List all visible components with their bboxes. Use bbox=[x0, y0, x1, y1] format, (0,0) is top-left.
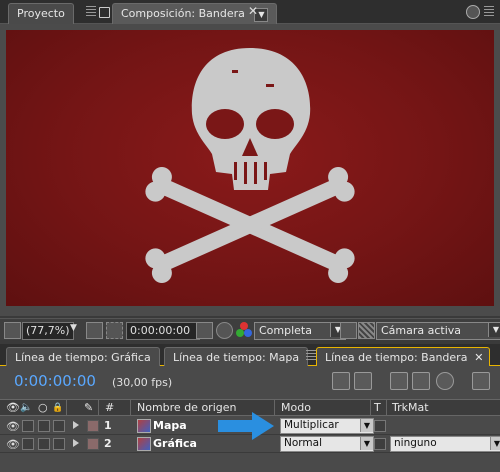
chevron-down-icon: ▼ bbox=[360, 419, 373, 432]
solo-toggle[interactable] bbox=[38, 420, 50, 432]
tab-timeline-bandera-label: Línea de tiempo: Bandera bbox=[325, 351, 468, 364]
panel-tab-bar: Proyecto Composición: Bandera ▼ ✕ bbox=[0, 0, 500, 24]
lock-icon[interactable] bbox=[99, 7, 110, 18]
safe-margins-icon[interactable] bbox=[86, 322, 103, 339]
preserve-transparency-header: T bbox=[374, 401, 381, 414]
track-matte-value: ninguno bbox=[394, 437, 437, 449]
solo-column-icon: ○ bbox=[38, 401, 48, 414]
camera-snapshot-icon[interactable] bbox=[196, 322, 213, 339]
layer-label-color[interactable] bbox=[87, 420, 99, 432]
composition-canvas[interactable] bbox=[6, 30, 494, 306]
layer-name[interactable]: Gráfica bbox=[153, 435, 197, 452]
blend-mode-value: Multiplicar bbox=[284, 419, 339, 431]
expand-triangle-icon[interactable] bbox=[73, 439, 79, 447]
visibility-eye-icon[interactable]: 👁 bbox=[6, 420, 20, 433]
chevron-down-icon: ▼ bbox=[490, 437, 500, 450]
region-of-interest-icon[interactable] bbox=[106, 322, 123, 339]
expand-triangle-icon[interactable] bbox=[73, 421, 79, 429]
tab-timeline-mapa[interactable]: Línea de tiempo: Mapa bbox=[164, 347, 309, 367]
resolution-select[interactable]: Completa ▼ bbox=[254, 322, 346, 340]
preserve-transparency-toggle[interactable] bbox=[374, 420, 386, 432]
chevron-down-icon: ▼ bbox=[488, 323, 500, 337]
current-time-value: 0:00:00:00 bbox=[130, 324, 191, 337]
graph-editor-icon[interactable] bbox=[472, 372, 490, 390]
highlight-arrow-icon bbox=[218, 412, 274, 440]
transparency-grid-icon[interactable] bbox=[358, 322, 375, 339]
lock-column-icon: 🔒 bbox=[52, 403, 64, 413]
mode-header: Modo bbox=[281, 401, 311, 414]
tab-timeline-bandera[interactable]: Línea de tiempo: Bandera ✕ bbox=[316, 347, 491, 367]
audio-toggle[interactable] bbox=[22, 420, 34, 432]
panel-options-icon[interactable] bbox=[466, 5, 480, 19]
label-column-icon: ✎ bbox=[84, 401, 94, 414]
color-channels-icon[interactable] bbox=[236, 322, 252, 338]
chevron-down-icon: ▼ bbox=[360, 437, 373, 450]
frame-blending-icon[interactable] bbox=[412, 372, 430, 390]
composition-mini-flowchart-icon[interactable] bbox=[332, 372, 350, 390]
layer-number: 1 bbox=[104, 419, 112, 432]
resolution-value: Completa bbox=[259, 324, 312, 337]
fast-previews-icon[interactable] bbox=[340, 322, 357, 339]
audio-column-icon: 🔈 bbox=[20, 402, 33, 413]
solo-toggle[interactable] bbox=[38, 438, 50, 450]
skull-crossbones-image bbox=[145, 48, 355, 283]
tab-timeline-grafica[interactable]: Línea de tiempo: Gráfica bbox=[6, 347, 160, 367]
draft-3d-icon[interactable] bbox=[390, 372, 408, 390]
tab-timeline-grafica-label: Línea de tiempo: Gráfica bbox=[15, 351, 151, 364]
current-time-field[interactable]: 0:00:00:00 bbox=[126, 322, 200, 340]
tab-composition-label: Composición: Bandera bbox=[121, 7, 245, 20]
camera-select[interactable]: Cámara activa ▼ bbox=[376, 322, 500, 340]
tab-timeline-mapa-label: Línea de tiempo: Mapa bbox=[173, 351, 300, 364]
zoom-value: (77,7%) bbox=[26, 324, 70, 337]
camera-value: Cámara activa bbox=[381, 324, 462, 337]
snapshot-icon[interactable] bbox=[4, 322, 21, 339]
zoom-field[interactable]: (77,7%) bbox=[22, 322, 74, 340]
eye-column-icon: 👁 bbox=[6, 401, 20, 414]
timeline-tab-bar: Línea de tiempo: Gráfica Línea de tiempo… bbox=[0, 344, 500, 367]
close-icon[interactable]: ✕ bbox=[474, 348, 483, 367]
track-matte-select[interactable]: ninguno ▼ bbox=[390, 436, 500, 452]
layer-number: 2 bbox=[104, 437, 112, 450]
composition-layer-icon bbox=[137, 437, 151, 451]
tab-project-label: Proyecto bbox=[17, 7, 65, 20]
lock-toggle[interactable] bbox=[53, 420, 65, 432]
preserve-transparency-toggle[interactable] bbox=[374, 438, 386, 450]
panel-menu-icon[interactable] bbox=[484, 6, 494, 18]
composition-layer-icon bbox=[137, 419, 151, 433]
visibility-eye-icon[interactable]: 👁 bbox=[6, 438, 20, 451]
panel-grip-icon[interactable] bbox=[86, 6, 96, 18]
show-snapshot-icon[interactable] bbox=[216, 322, 233, 339]
blend-mode-value: Normal bbox=[284, 437, 322, 449]
timeline-current-time[interactable]: 0:00:00:00 bbox=[14, 372, 96, 390]
layer-number-header: # bbox=[105, 401, 115, 414]
tab-project[interactable]: Proyecto bbox=[8, 3, 74, 24]
motion-blur-icon[interactable] bbox=[436, 372, 454, 390]
blend-mode-select[interactable]: Normal ▼ bbox=[280, 436, 374, 452]
panel-grip-icon[interactable] bbox=[306, 350, 316, 362]
track-matte-header: TrkMat bbox=[392, 401, 429, 414]
blend-mode-select[interactable]: Multiplicar ▼ bbox=[280, 418, 374, 434]
frame-rate-label: (30,00 fps) bbox=[112, 376, 173, 389]
lock-toggle[interactable] bbox=[53, 438, 65, 450]
layer-name[interactable]: Mapa bbox=[153, 417, 187, 434]
audio-toggle[interactable] bbox=[22, 438, 34, 450]
chevron-down-icon[interactable]: ▼ bbox=[70, 323, 77, 333]
live-update-icon[interactable] bbox=[354, 372, 372, 390]
close-icon[interactable]: ✕ bbox=[248, 4, 258, 18]
viewer-toolbar: (77,7%) ▼ 0:00:00:00 Completa ▼ Cámara a… bbox=[0, 318, 500, 340]
layer-label-color[interactable] bbox=[87, 438, 99, 450]
